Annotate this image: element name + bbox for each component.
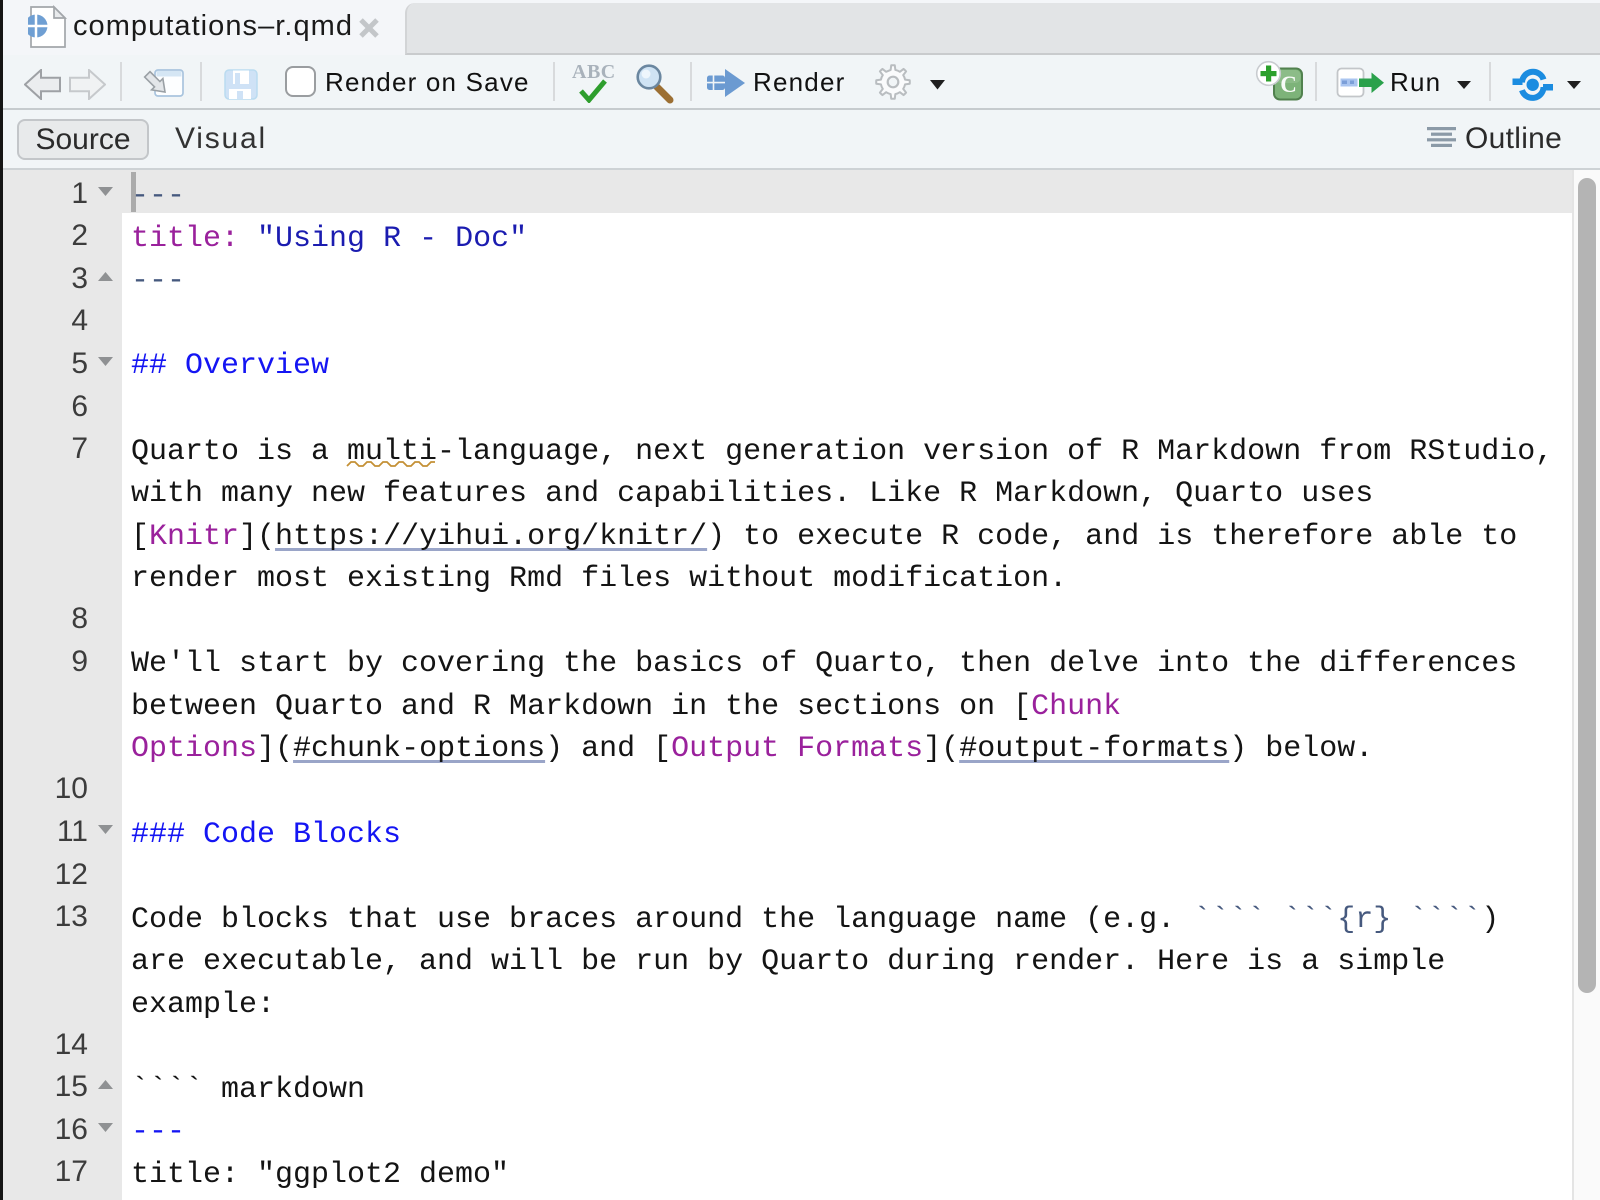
- svg-text:C: C: [1280, 72, 1297, 97]
